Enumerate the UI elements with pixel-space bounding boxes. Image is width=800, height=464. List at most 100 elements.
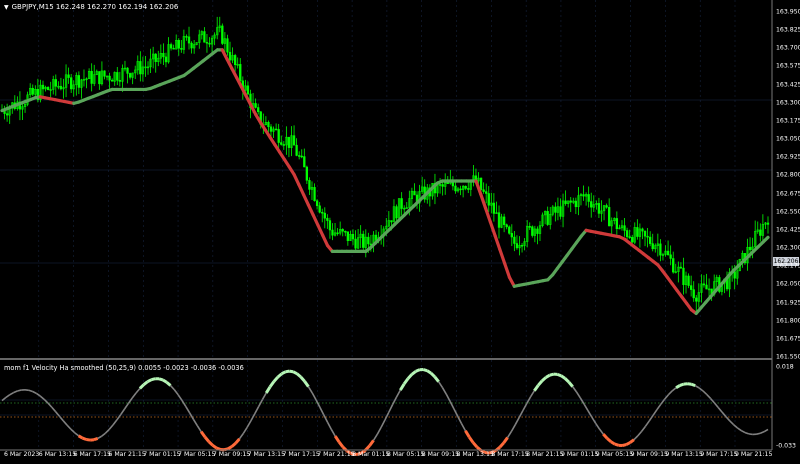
candle-body bbox=[277, 129, 280, 143]
oscillator-segment bbox=[560, 374, 566, 380]
oscillator-segment bbox=[261, 392, 267, 400]
oscillator-segment bbox=[17, 389, 22, 392]
candle-body bbox=[597, 203, 601, 214]
oscillator-segment bbox=[563, 377, 570, 384]
oscillator-segment bbox=[384, 411, 390, 421]
oscillator-segment bbox=[177, 394, 183, 401]
candle-body bbox=[441, 184, 444, 187]
oscillator-segment bbox=[211, 444, 218, 450]
oscillator-segment bbox=[181, 400, 187, 407]
oscillator-segment bbox=[303, 380, 310, 388]
candle-body bbox=[318, 205, 321, 213]
candle-body bbox=[300, 155, 303, 158]
candle-body bbox=[515, 243, 519, 249]
candle-body bbox=[459, 188, 462, 191]
candle-body bbox=[233, 55, 237, 65]
candle-body bbox=[400, 198, 403, 209]
oscillator-segment bbox=[86, 438, 91, 442]
oscillator-segment bbox=[453, 408, 459, 417]
oscillator-segment bbox=[733, 423, 738, 429]
candle-body bbox=[118, 80, 121, 82]
indicator-label: mom f1 Velocity Ha smoothed (50,25,9) 0.… bbox=[4, 364, 244, 372]
candle-body bbox=[646, 235, 649, 238]
candle-body bbox=[287, 136, 291, 148]
oscillator-segment bbox=[572, 386, 578, 393]
trend-segment bbox=[321, 233, 330, 248]
candle-body bbox=[187, 36, 191, 44]
oscillator-segment bbox=[47, 402, 53, 408]
candle-body bbox=[705, 284, 708, 290]
candle-body bbox=[108, 75, 111, 81]
candle-body bbox=[497, 212, 501, 228]
trend-segment bbox=[316, 223, 325, 238]
time-tick-label: 6 Mar 13:15 bbox=[38, 451, 77, 458]
time-tick-label: 7 Mar 21:15 bbox=[317, 451, 355, 458]
candle-body bbox=[70, 77, 73, 90]
oscillator-segment bbox=[410, 370, 417, 376]
time-tick-label: 7 Mar 13:15 bbox=[247, 451, 286, 458]
candle-body bbox=[346, 231, 350, 241]
oscillator-segment bbox=[36, 392, 41, 397]
oscillator-segment bbox=[625, 441, 631, 446]
candle-body bbox=[733, 271, 736, 279]
candle-body bbox=[172, 47, 175, 50]
oscillator-segment bbox=[522, 403, 528, 412]
candle-body bbox=[682, 267, 685, 285]
oscillator-segment bbox=[763, 428, 769, 433]
time-tick-label: 9 Mar 05:15 bbox=[595, 451, 634, 458]
oscillator-segment bbox=[441, 387, 447, 395]
oscillator-segment bbox=[230, 442, 237, 448]
oscillator-segment bbox=[77, 434, 84, 440]
trend-segment bbox=[488, 220, 497, 238]
candle-body bbox=[116, 72, 119, 81]
candle-body bbox=[162, 53, 165, 58]
candle-body bbox=[180, 48, 183, 50]
oscillator-segment bbox=[158, 377, 164, 382]
candle-body bbox=[587, 194, 590, 202]
dropdown-arrow-icon[interactable]: ▼ bbox=[4, 4, 9, 11]
symbol-ohlc: GBPJPY,M15 162.248 162.270 162.194 162.2… bbox=[11, 3, 179, 11]
oscillator-segment bbox=[227, 445, 233, 451]
oscillator-segment bbox=[740, 429, 746, 434]
candle-body bbox=[531, 226, 534, 236]
candles bbox=[0, 16, 770, 312]
candle-body bbox=[692, 289, 695, 299]
candle-body bbox=[438, 184, 442, 186]
oscillator-segment bbox=[498, 441, 505, 449]
candle-body bbox=[702, 283, 706, 286]
time-tick-label: 8 Mar 21:15 bbox=[526, 451, 564, 458]
time-tick-label: 7 Mar 09:15 bbox=[212, 451, 251, 458]
candle-body bbox=[298, 155, 301, 157]
trend-segment bbox=[292, 172, 301, 187]
oscillator-segment bbox=[108, 424, 114, 430]
oscillator-segment bbox=[598, 428, 604, 435]
trend-segment bbox=[302, 193, 310, 207]
candle-body bbox=[274, 128, 278, 131]
oscillator-segment bbox=[307, 386, 313, 394]
oscillator-segment bbox=[188, 412, 195, 420]
time-tick-label: 9 Mar 21:15 bbox=[735, 451, 773, 458]
oscillator-segment bbox=[602, 433, 609, 440]
oscillator-segment bbox=[717, 406, 723, 413]
oscillator-segment bbox=[299, 375, 306, 383]
trend-segment bbox=[483, 206, 492, 224]
oscillator-segment bbox=[760, 430, 765, 435]
price-chart[interactable] bbox=[0, 0, 800, 464]
oscillator-segment bbox=[32, 390, 37, 395]
time-tick-label: 8 Mar 17:15 bbox=[491, 451, 529, 458]
candle-body bbox=[564, 200, 567, 204]
price-tick-label: 161.925 bbox=[776, 299, 800, 307]
candle-body bbox=[695, 297, 698, 302]
oscillator-segment bbox=[101, 432, 106, 437]
candle-body bbox=[328, 220, 332, 231]
oscillator-segment bbox=[537, 379, 544, 387]
price-tick-label: 162.550 bbox=[776, 208, 800, 216]
candle-body bbox=[669, 254, 672, 259]
candle-body bbox=[239, 64, 242, 82]
oscillator-segment bbox=[426, 369, 432, 375]
oscillator-segment bbox=[120, 408, 126, 416]
price-tick-label: 162.925 bbox=[776, 153, 800, 161]
trend-segment bbox=[306, 203, 315, 217]
oscillator-segment bbox=[388, 404, 394, 413]
candle-body bbox=[590, 201, 593, 208]
